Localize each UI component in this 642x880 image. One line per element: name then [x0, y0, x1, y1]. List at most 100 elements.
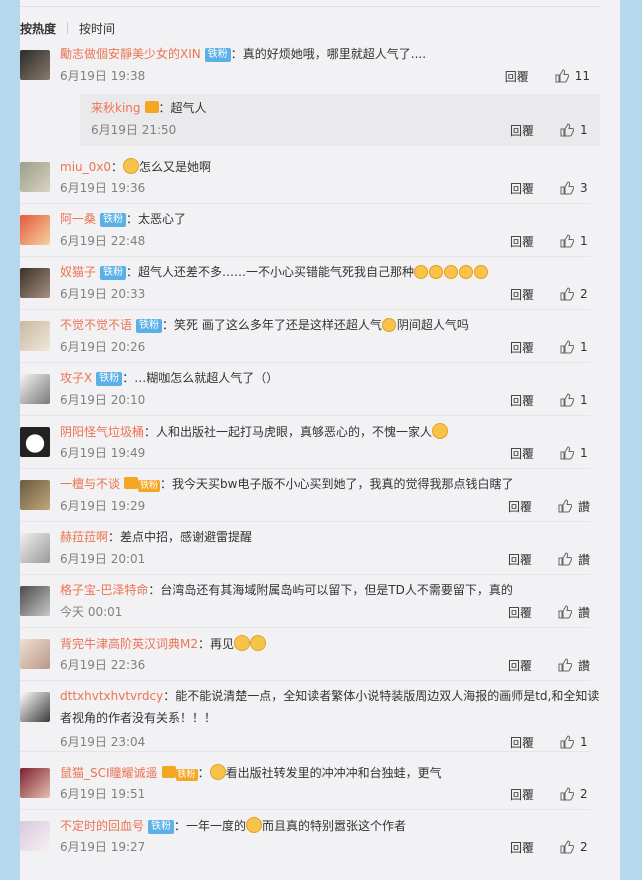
sort-by-time-tab[interactable]: 按时间	[79, 20, 115, 37]
comment-item: 不定时的回血号 铁粉 ：一年一度的 而且真的特别嚣张这个作者 6月19日 19:27 …	[20, 817, 590, 863]
comment-item: 背完牛津高阶英汉词典M2：再见 6月19日 22:36 回覆 讚	[20, 635, 590, 681]
reply-button[interactable]: 回覆	[510, 286, 560, 303]
thumbs-up-icon	[560, 287, 574, 301]
user-name[interactable]: 不觉不觉不语	[60, 318, 132, 332]
user-name[interactable]: 阴阳怪气垃圾桶	[60, 425, 144, 439]
comment-item: 鼠猫_SCI瞳耀诚遥 铁粉：看出版社转发里的冲冲冲和台独蛙，更气 6月19日 19…	[20, 764, 590, 810]
avatar[interactable]	[20, 639, 50, 669]
comment-line: 攻子X 铁粉 ：…糊咖怎么就超人气了（）	[60, 370, 278, 386]
comment-actions: 回覆 2	[510, 286, 590, 302]
like-button[interactable]: 1	[560, 735, 590, 749]
reply-button[interactable]: 回覆	[505, 68, 555, 85]
like-count: 11	[574, 69, 590, 83]
timestamp: 6月19日 23:04	[60, 735, 146, 749]
like-button[interactable]: 讚	[558, 604, 590, 621]
user-name[interactable]: 勵志做個安靜美少女的XIN	[60, 47, 201, 61]
like-button[interactable]: 1	[560, 340, 590, 354]
reply-button[interactable]: 回覆	[508, 498, 558, 515]
like-count: 2	[580, 840, 588, 854]
timestamp: 6月19日 20:01	[60, 552, 146, 566]
sort-by-hot-tab[interactable]: 按热度	[20, 20, 56, 37]
user-name[interactable]: 赫菈菈啊	[60, 530, 108, 544]
emoji-icon	[123, 158, 140, 174]
avatar[interactable]	[20, 215, 50, 245]
comment-actions: 回覆 1	[510, 445, 590, 461]
like-button[interactable]: 1	[560, 234, 590, 248]
fan-badge: 铁粉	[175, 769, 198, 781]
reply-button[interactable]: 回覆	[510, 339, 560, 356]
thumbs-up-icon	[555, 69, 569, 83]
user-name[interactable]: 阿一桑	[60, 212, 96, 226]
reply-button[interactable]: 回覆	[510, 122, 560, 139]
comment-actions: 回覆 讚	[508, 657, 590, 673]
reply-timestamp: 6月19日 21:50	[91, 123, 177, 137]
avatar[interactable]	[20, 50, 50, 80]
reply-button[interactable]: 回覆	[510, 392, 560, 409]
user-name[interactable]: 背完牛津高阶英汉词典M2	[60, 637, 198, 651]
reply-text: ：超气人	[158, 101, 207, 115]
reply-button[interactable]: 回覆	[510, 180, 560, 197]
avatar[interactable]	[20, 821, 50, 851]
vip-crown-icon	[161, 766, 176, 778]
comment-item: 攻子X 铁粉 ：…糊咖怎么就超人气了（） 6月19日 20:10 回覆 1	[20, 370, 590, 416]
reply-button[interactable]: 回覆	[508, 604, 558, 621]
avatar[interactable]	[20, 162, 50, 192]
comment-line: 不觉不觉不语 铁粉 ：笑死 画了这么多年了还是这样还超人气 阴间超人气吗	[60, 317, 469, 333]
reply-button[interactable]: 回覆	[510, 445, 560, 462]
like-button[interactable]: 1	[560, 446, 590, 460]
emoji-icon	[432, 423, 449, 439]
like-button[interactable]: 讚	[558, 498, 590, 515]
avatar[interactable]	[20, 427, 50, 457]
fan-badge: 铁粉	[138, 480, 161, 492]
timestamp: 6月19日 19:36	[60, 181, 146, 195]
like-button[interactable]: 2	[560, 787, 590, 801]
reply-user-name[interactable]: 来秋king	[91, 101, 141, 115]
like-label: 讚	[577, 499, 590, 514]
like-button[interactable]: 讚	[558, 551, 590, 568]
comment-line: 背完牛津高阶英汉词典M2：再见	[60, 635, 267, 651]
user-name[interactable]: 奴猫子	[60, 265, 96, 279]
avatar[interactable]	[20, 374, 50, 404]
reply-actions: 回覆 1	[510, 122, 590, 138]
avatar[interactable]	[20, 768, 50, 798]
comment-text: ：能不能说清楚一点，全知读者繁体小说特装版周边双人海报的画师是td,和全知读	[163, 689, 600, 703]
user-name[interactable]: 格子宝-巴泽特命	[60, 583, 148, 597]
avatar[interactable]	[20, 586, 50, 616]
reply-button[interactable]: 回覆	[510, 734, 560, 751]
like-button[interactable]: 1	[560, 123, 590, 137]
avatar[interactable]	[20, 533, 50, 563]
reply-button[interactable]: 回覆	[508, 551, 558, 568]
sort-tabs: 按热度 按时间	[20, 20, 115, 36]
thumbs-up-icon	[558, 658, 572, 672]
comment-text: ：台湾岛还有其海域附属岛屿可以留下，但是TD人不需要留下，真的	[148, 583, 513, 597]
reply-button[interactable]: 回覆	[510, 786, 560, 803]
avatar[interactable]	[20, 268, 50, 298]
like-button[interactable]: 3	[560, 181, 590, 195]
reply-button[interactable]: 回覆	[508, 657, 558, 674]
like-count: 1	[580, 393, 588, 407]
comment-text: ：真的好烦她哦，哪里就超人气了....	[230, 47, 427, 61]
comment-line: 赫菈菈啊：差点中招，感谢避雷提醒	[60, 529, 252, 545]
user-name[interactable]: 不定时的回血号	[60, 819, 144, 833]
user-name[interactable]: 鼠猫_SCI瞳耀诚遥	[60, 766, 158, 780]
user-name[interactable]: 攻子X	[60, 371, 92, 385]
avatar[interactable]	[20, 480, 50, 510]
user-name[interactable]: 一檀与不谈	[60, 477, 120, 491]
comment-line-2: 者视角的作者没有关系！！！	[60, 710, 216, 726]
user-name[interactable]: miu_0x0	[60, 160, 111, 174]
timestamp: 今天 00:01	[60, 605, 123, 619]
like-button[interactable]: 2	[560, 840, 590, 854]
emoji-icon	[474, 265, 489, 279]
like-button[interactable]: 2	[560, 287, 590, 301]
thumbs-up-icon	[560, 234, 574, 248]
like-count: 1	[580, 234, 588, 248]
avatar[interactable]	[20, 321, 50, 351]
comment-actions: 回覆 讚	[508, 604, 590, 620]
reply-button[interactable]: 回覆	[510, 233, 560, 250]
user-name[interactable]: dttxhvtxhvtvrdcy	[60, 689, 163, 703]
reply-button[interactable]: 回覆	[510, 839, 560, 856]
like-button[interactable]: 11	[555, 69, 590, 83]
avatar[interactable]	[20, 692, 50, 722]
like-button[interactable]: 1	[560, 393, 590, 407]
like-button[interactable]: 讚	[558, 657, 590, 674]
